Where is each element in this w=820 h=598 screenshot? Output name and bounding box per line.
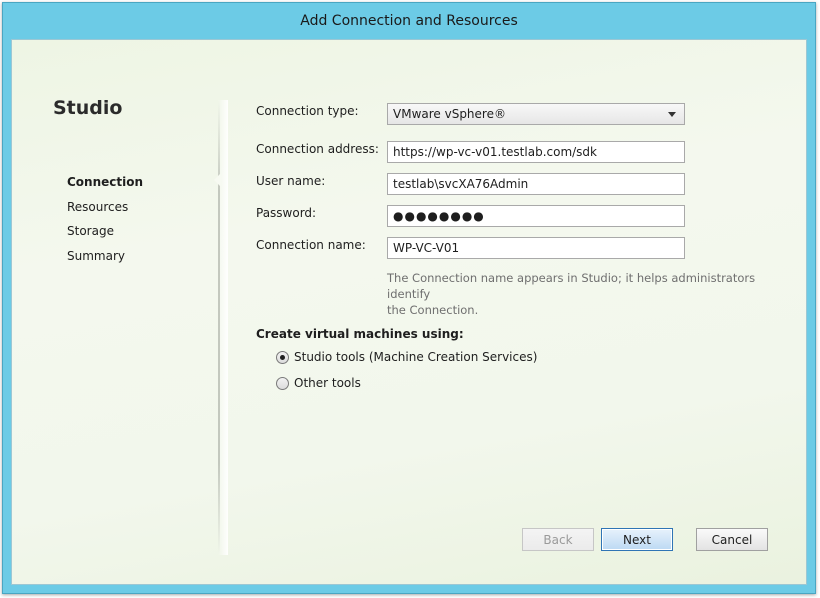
vm-section-label: Create virtual machines using:	[256, 327, 464, 341]
radio-unchecked-icon[interactable]	[276, 376, 289, 390]
connection-name-input[interactable]: WP-VC-V01	[387, 237, 685, 259]
radio-studio-tools[interactable]: Studio tools (Machine Creation Services)	[276, 350, 537, 364]
user-name-input[interactable]: testlab\svcXA76Admin	[387, 173, 685, 195]
sidebar-item-summary[interactable]: Summary	[67, 249, 125, 263]
password-label: Password:	[256, 206, 317, 220]
sidebar-item-resources[interactable]: Resources	[67, 200, 128, 214]
connection-type-label: Connection type:	[256, 104, 359, 118]
wizard-sidebar: Studio Connection Resources Storage Summ…	[12, 40, 218, 584]
dialog-window: Add Connection and Resources Studio Conn…	[2, 2, 816, 594]
next-button[interactable]: Next	[601, 528, 673, 551]
active-step-pointer	[214, 173, 221, 187]
connection-type-value: VMware vSphere®	[393, 107, 506, 121]
hint-line-1: The Connection name appears in Studio; i…	[387, 271, 756, 301]
hint-line-2: the Connection.	[387, 303, 479, 317]
dropdown-arrow-icon	[668, 112, 676, 117]
window-title: Add Connection and Resources	[300, 13, 518, 29]
pane-divider	[218, 100, 220, 555]
back-button[interactable]: Back	[522, 528, 594, 551]
connection-name-label: Connection name:	[256, 238, 366, 252]
wizard-body: Studio Connection Resources Storage Summ…	[11, 39, 807, 585]
password-input[interactable]: ●●●●●●●●	[387, 205, 685, 227]
cancel-button[interactable]: Cancel	[696, 528, 768, 551]
radio-studio-tools-label: Studio tools (Machine Creation Services)	[294, 350, 538, 364]
connection-address-input[interactable]: https://wp-vc-v01.testlab.com/sdk	[387, 141, 685, 163]
connection-type-select[interactable]: VMware vSphere®	[387, 103, 685, 125]
connection-form: Connection type: VMware vSphere® Connect…	[228, 40, 806, 584]
user-name-label: User name:	[256, 174, 326, 188]
connection-address-label: Connection address:	[256, 142, 379, 156]
radio-other-tools[interactable]: Other tools	[276, 376, 361, 390]
sidebar-heading: Studio	[53, 97, 123, 119]
connection-name-hint: The Connection name appears in Studio; i…	[387, 270, 787, 318]
sidebar-item-storage[interactable]: Storage	[67, 224, 114, 238]
sidebar-item-connection[interactable]: Connection	[67, 175, 143, 189]
title-bar[interactable]: Add Connection and Resources	[3, 3, 815, 39]
radio-other-tools-label: Other tools	[294, 376, 361, 390]
radio-checked-icon[interactable]	[276, 350, 289, 364]
